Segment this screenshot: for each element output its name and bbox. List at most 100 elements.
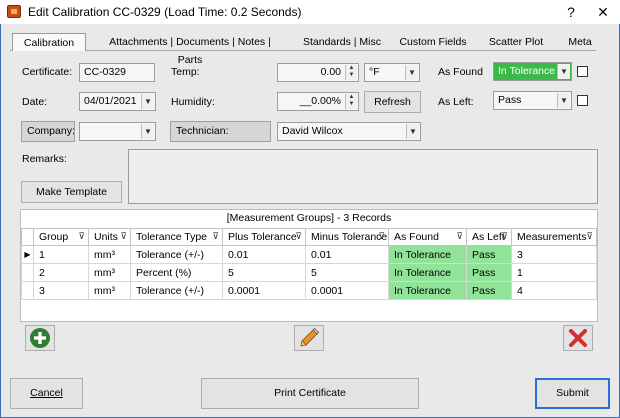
filter-icon[interactable]: ⊽ xyxy=(586,231,593,242)
tab-attachments[interactable]: Attachments | Documents | Notes | Parts xyxy=(100,33,280,66)
add-group-button[interactable] xyxy=(25,325,55,351)
filter-icon[interactable]: ⊽ xyxy=(378,231,385,242)
temp-label: Temp: xyxy=(171,66,200,78)
cell-plus-tolerance[interactable]: 0.01 xyxy=(222,245,306,264)
temp-spinner[interactable]: ▲ ▼ xyxy=(345,65,357,80)
column-header-as-found[interactable]: As Found ⊽ xyxy=(388,228,467,246)
column-header-measurements[interactable]: Measurements ⊽ xyxy=(511,228,597,246)
company-select[interactable]: ▼ xyxy=(79,122,156,141)
edit-group-button[interactable] xyxy=(294,325,324,351)
cell-as-found[interactable]: In Tolerance xyxy=(388,263,467,282)
submit-button[interactable]: Submit xyxy=(535,378,610,409)
cell-units[interactable]: mm³ xyxy=(88,245,131,264)
row-header xyxy=(21,263,34,282)
cell-as-found[interactable]: In Tolerance xyxy=(388,281,467,300)
cell-plus-tolerance[interactable]: 5 xyxy=(222,263,306,282)
cell-as-left[interactable]: Pass xyxy=(466,263,512,282)
cell-tolerance-type[interactable]: Percent (%) xyxy=(130,263,223,282)
tab-meta[interactable]: Meta xyxy=(562,33,598,51)
certificate-field[interactable]: CC-0329 xyxy=(79,63,155,82)
title-bar: Edit Calibration CC-0329 (Load Time: 0.2… xyxy=(0,0,620,24)
cell-minus-tolerance[interactable]: 0.01 xyxy=(305,245,389,264)
cell-units[interactable]: mm³ xyxy=(88,263,131,282)
column-header-units[interactable]: Units ⊽ xyxy=(88,228,131,246)
humidity-field[interactable]: __0.00% ▲ ▼ xyxy=(277,92,359,111)
chevron-down-icon[interactable]: ▼ xyxy=(141,124,154,139)
plus-icon xyxy=(30,328,50,348)
technician-select[interactable]: David Wilcox ▼ xyxy=(277,122,421,141)
cell-measurements[interactable]: 3 xyxy=(511,245,597,264)
app-icon xyxy=(7,5,21,18)
cell-group[interactable]: 1 xyxy=(33,245,89,264)
table-row[interactable]: 2 mm³ Percent (%) 5 5 In Tolerance Pass … xyxy=(21,263,597,282)
filter-icon[interactable]: ⊽ xyxy=(295,231,302,242)
filter-icon[interactable]: ⊽ xyxy=(456,231,463,242)
cell-as-left[interactable]: Pass xyxy=(466,245,512,264)
as-left-label: As Left: xyxy=(438,96,474,108)
current-row-indicator-icon: ▶ xyxy=(21,245,34,264)
table-row[interactable]: 3 mm³ Tolerance (+/-) 0.0001 0.0001 In T… xyxy=(21,281,597,300)
temp-unit-value: °F xyxy=(369,66,380,78)
filter-icon[interactable]: ⊽ xyxy=(78,231,85,242)
as-found-checkbox[interactable] xyxy=(577,66,588,77)
make-template-button[interactable]: Make Template xyxy=(21,181,122,203)
date-value: 04/01/2021 xyxy=(84,95,137,107)
table-row[interactable]: ▶ 1 mm³ Tolerance (+/-) 0.01 0.01 In Tol… xyxy=(21,245,597,264)
column-header-minus-tolerance[interactable]: Minus Tolerance ⊽ xyxy=(305,228,389,246)
chevron-down-icon[interactable]: ▼ xyxy=(405,65,418,80)
temp-value: 0.00 xyxy=(320,66,341,78)
cell-group[interactable]: 3 xyxy=(33,281,89,300)
measurement-table: Group ⊽ Units ⊽ Tolerance Type ⊽ Plus Toler… xyxy=(21,228,597,300)
column-header-tolerance-type[interactable]: Tolerance Type ⊽ xyxy=(130,228,223,246)
row-header xyxy=(21,281,34,300)
chevron-down-icon[interactable]: ▼ xyxy=(406,124,419,139)
humidity-spinner[interactable]: ▲ ▼ xyxy=(345,94,357,109)
technician-label: Technician: xyxy=(170,121,271,142)
tab-scatter-plot[interactable]: Scatter Plot xyxy=(482,33,550,51)
filter-icon[interactable]: ⊽ xyxy=(120,231,127,242)
cancel-button[interactable]: Cancel xyxy=(10,378,83,409)
column-header-as-left[interactable]: As Left ⊽ xyxy=(466,228,512,246)
cell-plus-tolerance[interactable]: 0.0001 xyxy=(222,281,306,300)
cell-as-left[interactable]: Pass xyxy=(466,281,512,300)
company-label: Company: xyxy=(21,121,75,142)
filter-icon[interactable]: ⊽ xyxy=(212,231,219,242)
chevron-down-icon[interactable]: ▼ xyxy=(557,64,570,79)
delete-group-button[interactable] xyxy=(563,325,593,351)
cell-measurements[interactable]: 1 xyxy=(511,263,597,282)
tab-calibration[interactable]: Calibration xyxy=(12,33,86,51)
as-found-label: As Found xyxy=(438,66,483,78)
temp-unit-select[interactable]: °F ▼ xyxy=(364,63,420,82)
chevron-down-icon[interactable]: ▼ xyxy=(141,94,154,109)
close-button[interactable]: ✕ xyxy=(588,0,618,24)
window-title: Edit Calibration CC-0329 (Load Time: 0.2… xyxy=(28,5,302,19)
cell-units[interactable]: mm³ xyxy=(88,281,131,300)
column-header-plus-tolerance[interactable]: Plus Tolerance ⊽ xyxy=(222,228,306,246)
column-header-group[interactable]: Group ⊽ xyxy=(33,228,89,246)
cell-measurements[interactable]: 4 xyxy=(511,281,597,300)
cell-tolerance-type[interactable]: Tolerance (+/-) xyxy=(130,245,223,264)
filter-icon[interactable]: ⊽ xyxy=(501,231,508,242)
cell-minus-tolerance[interactable]: 0.0001 xyxy=(305,281,389,300)
tab-standards[interactable]: Standards | Misc xyxy=(294,33,390,51)
temp-field[interactable]: 0.00 ▲ ▼ xyxy=(277,63,359,82)
tab-custom-fields[interactable]: Custom Fields xyxy=(392,33,474,51)
help-button[interactable]: ? xyxy=(556,0,586,24)
refresh-button[interactable]: Refresh xyxy=(364,91,421,113)
grid-caption: [Measurement Groups] - 3 Records xyxy=(226,212,392,224)
cell-minus-tolerance[interactable]: 5 xyxy=(305,263,389,282)
technician-value: David Wilcox xyxy=(282,125,343,137)
chevron-down-icon[interactable]: ▼ xyxy=(557,93,570,108)
as-left-select[interactable]: Pass ▼ xyxy=(493,91,572,110)
tab-bar: Calibration Attachments | Documents | No… xyxy=(10,33,598,66)
cell-group[interactable]: 2 xyxy=(33,263,89,282)
cell-tolerance-type[interactable]: Tolerance (+/-) xyxy=(130,281,223,300)
date-picker[interactable]: 04/01/2021 ▼ xyxy=(79,92,156,111)
cell-as-found[interactable]: In Tolerance xyxy=(388,245,467,264)
print-certificate-button[interactable]: Print Certificate xyxy=(201,378,419,409)
as-left-checkbox[interactable] xyxy=(577,95,588,106)
as-left-value: Pass xyxy=(498,94,522,106)
as-found-select[interactable]: In Tolerance ▼ xyxy=(493,62,572,81)
remarks-label: Remarks: xyxy=(22,153,67,165)
remarks-textarea[interactable] xyxy=(128,149,598,204)
